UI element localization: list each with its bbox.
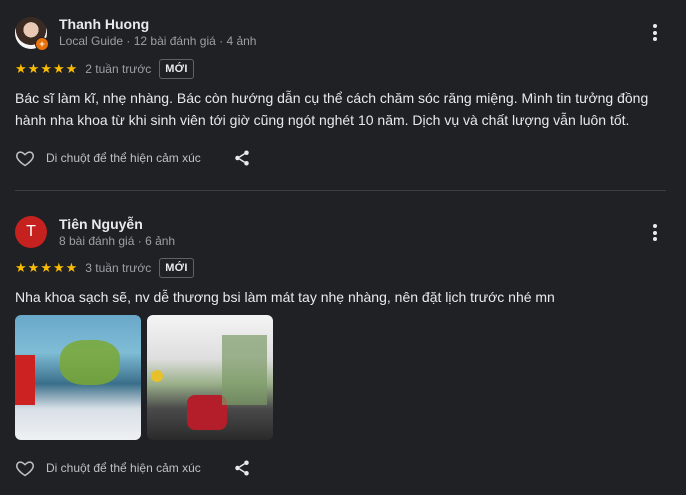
share-icon[interactable] <box>233 149 251 167</box>
heart-icon[interactable] <box>15 148 35 168</box>
clinic-interior-photo[interactable] <box>15 315 141 440</box>
reviewer-avatar[interactable]: + <box>15 17 49 51</box>
heart-icon[interactable] <box>15 458 35 478</box>
reviewer-meta: Local Guide · 12 bài đánh giá · 4 ảnh <box>59 34 257 48</box>
new-badge: MỚI <box>159 59 194 79</box>
rating-row: ★ ★ ★ ★ ★ 2 tuần trước MỚI <box>15 59 194 79</box>
review-divider <box>15 190 666 191</box>
review-time: 2 tuần trước <box>85 62 152 76</box>
review-text: Nha khoa sạch sẽ, nv dễ thương bsi làm m… <box>15 289 555 305</box>
star-icon: ★ <box>52 61 65 76</box>
review-time: 3 tuần trước <box>85 261 152 275</box>
star-icon: ★ <box>27 61 40 76</box>
star-icon: ★ <box>40 260 52 275</box>
rating-row: ★ ★ ★ ★ ★ 3 tuần trước MỚI <box>15 258 194 278</box>
reaction-hint: Di chuột để thể hiện cảm xúc <box>46 151 201 165</box>
star-rating: ★ ★ ★ ★ ★ <box>15 261 77 275</box>
review-text: Bác sĩ làm kĩ, nhẹ nhàng. Bác còn hướng … <box>15 90 649 128</box>
star-icon: ★ <box>40 61 52 76</box>
review-actions: Di chuột để thể hiện cảm xúc <box>15 458 251 478</box>
star-icon: ★ <box>15 260 27 275</box>
reviewer-meta: 8 bài đánh giá · 6 ảnh <box>59 234 176 248</box>
review-card: + Thanh Huong Local Guide · 12 bài đánh … <box>0 0 686 190</box>
more-options-icon[interactable] <box>648 24 662 44</box>
star-icon: ★ <box>65 61 78 76</box>
local-guide-badge-icon: + <box>35 37 49 51</box>
more-options-icon[interactable] <box>648 224 662 244</box>
review-actions: Di chuột để thể hiện cảm xúc <box>15 148 251 168</box>
clinic-entrance-photo[interactable] <box>147 315 273 440</box>
new-badge: MỚI <box>159 258 194 278</box>
reviewer-avatar[interactable]: T <box>15 216 47 248</box>
share-icon[interactable] <box>233 459 251 477</box>
star-icon: ★ <box>65 260 78 275</box>
reviewer-name[interactable]: Tiên Nguyễn <box>59 216 143 232</box>
reaction-hint: Di chuột để thể hiện cảm xúc <box>46 461 201 475</box>
star-icon: ★ <box>52 260 65 275</box>
star-rating: ★ ★ ★ ★ ★ <box>15 62 77 76</box>
reviewer-name[interactable]: Thanh Huong <box>59 16 149 32</box>
star-icon: ★ <box>27 260 40 275</box>
star-icon: ★ <box>15 61 27 76</box>
